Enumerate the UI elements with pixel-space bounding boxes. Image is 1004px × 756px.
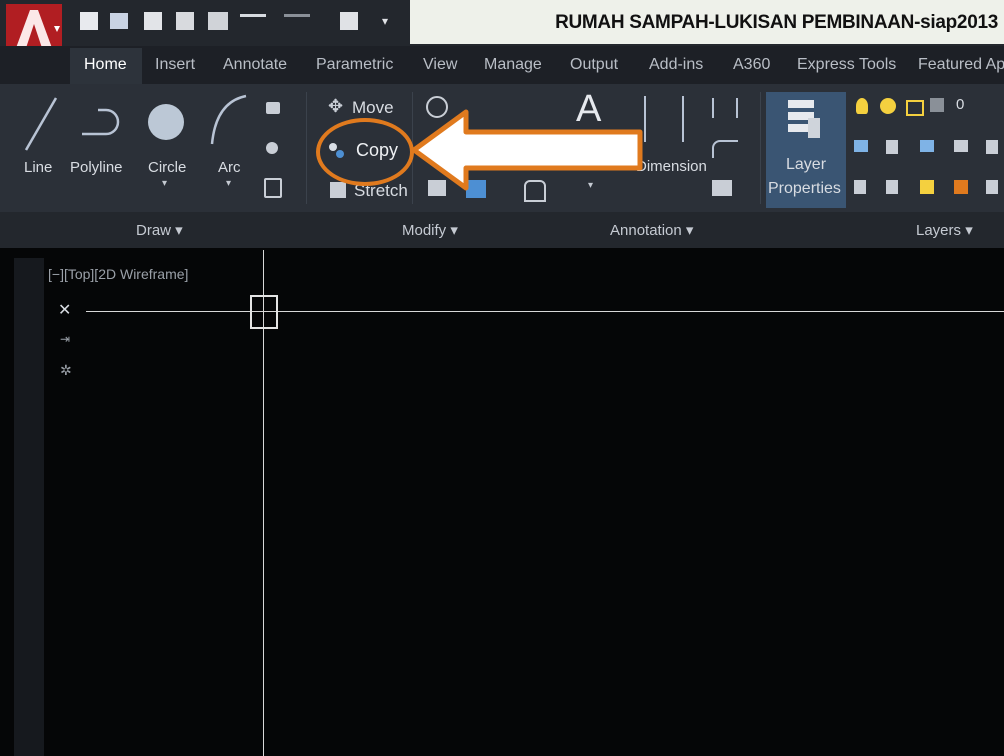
polyline-button[interactable] [76, 100, 126, 151]
layer-tool-icon[interactable] [886, 140, 898, 154]
circle-dropdown-icon[interactable]: ▾ [162, 178, 167, 189]
tab-a360[interactable]: A360 [733, 56, 770, 74]
layer-color-swatch-icon [930, 98, 944, 112]
tab-insert[interactable]: Insert [155, 56, 195, 74]
layer-on-icon[interactable] [856, 98, 868, 114]
drawing-canvas[interactable] [0, 248, 1004, 756]
save-as-icon[interactable] [176, 12, 194, 30]
arc-dropdown-icon[interactable]: ▾ [226, 178, 231, 189]
tab-featured-apps[interactable]: Featured Apps [918, 56, 1004, 74]
arc-icon [210, 94, 247, 145]
viewport-side-strip [14, 258, 44, 756]
line-icon [24, 97, 58, 151]
tab-annotate[interactable]: Annotate [223, 56, 287, 74]
tab-express-tools[interactable]: Express Tools [797, 56, 896, 74]
hatch-icon[interactable] [266, 142, 278, 154]
open-icon[interactable] [110, 13, 128, 29]
rectangle-icon[interactable] [266, 102, 280, 114]
polyline-label: Polyline [70, 159, 123, 176]
tab-output[interactable]: Output [570, 56, 618, 74]
tab-manage[interactable]: Manage [484, 56, 542, 74]
circle-icon[interactable] [148, 104, 184, 140]
pin-icon[interactable]: ⇥ [60, 332, 70, 346]
redo-icon[interactable] [284, 14, 310, 31]
linear-dimension-icon[interactable] [712, 98, 738, 118]
arc-button[interactable] [206, 92, 250, 153]
tab-view[interactable]: View [423, 56, 457, 74]
move-icon: ✥ [328, 96, 344, 116]
move-button[interactable]: Move [352, 98, 394, 118]
layer-unlock-icon[interactable] [906, 100, 924, 116]
copy-highlight-circle [316, 118, 414, 186]
crosshair-horizontal [86, 311, 1004, 312]
tab-parametric[interactable]: Parametric [316, 56, 393, 74]
new-icon[interactable] [80, 12, 98, 30]
layer-tool-icon[interactable] [854, 180, 866, 194]
stretch-icon [330, 182, 346, 198]
draw-panel-title[interactable]: Draw ▾ [136, 221, 183, 239]
workspace-icon[interactable] [340, 12, 358, 30]
customize-qat-icon[interactable]: ▾ [382, 14, 396, 28]
layer-tool-icon[interactable] [986, 140, 998, 154]
region-icon[interactable] [264, 178, 282, 198]
arc-label: Arc [218, 159, 241, 176]
plot-icon[interactable] [208, 12, 228, 30]
layer-tool-icon[interactable] [854, 140, 868, 152]
panel-separator [306, 92, 307, 204]
layer-tool-icon[interactable] [920, 180, 934, 194]
settings-gear-icon[interactable]: ✲ [60, 362, 72, 379]
table-icon[interactable] [712, 180, 732, 196]
layer-properties-label-2: Properties [768, 180, 841, 197]
layer-tool-icon[interactable] [986, 180, 998, 194]
line-label: Line [24, 159, 53, 176]
dimension-icon [644, 96, 684, 142]
pointing-arrow-icon [411, 109, 643, 191]
dimension-button[interactable]: Dimension [636, 158, 707, 175]
layers-panel-title[interactable]: Layers ▾ [916, 221, 973, 239]
polyline-icon [82, 108, 120, 136]
layer-tool-icon[interactable] [954, 140, 968, 152]
panel-separator [760, 92, 761, 204]
modify-panel-title[interactable]: Modify ▾ [402, 221, 458, 239]
layer-properties-label-1: Layer [786, 156, 827, 173]
viewport-controls-label[interactable]: [−][Top][2D Wireframe] [48, 266, 188, 282]
document-title: RUMAH SAMPAH-LUKISAN PEMBINAAN-siap2013 [555, 12, 998, 33]
layer-thaw-icon[interactable] [880, 98, 896, 114]
layer-tool-icon[interactable] [886, 180, 898, 194]
crosshair-pickbox [250, 295, 278, 329]
undo-icon[interactable] [240, 14, 266, 31]
leader-icon[interactable] [712, 140, 738, 158]
tab-add-ins[interactable]: Add-ins [649, 56, 703, 74]
line-button[interactable] [22, 94, 60, 159]
circle-label: Circle [148, 159, 187, 176]
layer-tool-icon[interactable] [920, 140, 934, 152]
layer-tool-icon[interactable] [954, 180, 968, 194]
layer-stack-icon [784, 96, 824, 149]
current-layer-value[interactable]: 0 [956, 96, 964, 113]
save-icon[interactable] [144, 12, 162, 30]
annotation-panel-title[interactable]: Annotation ▾ [610, 221, 693, 239]
tab-home[interactable]: Home [84, 56, 127, 74]
close-icon[interactable]: ✕ [58, 300, 71, 320]
